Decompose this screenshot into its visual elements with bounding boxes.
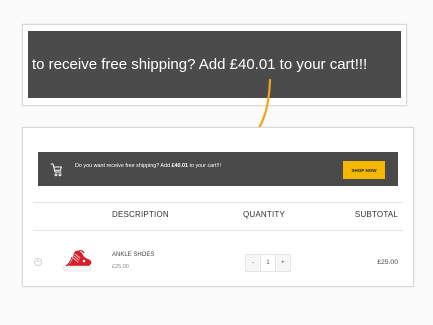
free-shipping-amount: £40.01	[171, 163, 189, 169]
product-price: £25.00	[112, 264, 129, 270]
zoom-callout: to receive free shipping? Add £40.01 to …	[22, 24, 407, 106]
free-shipping-notice: Do you want receive free shipping? Add £…	[38, 152, 398, 186]
quantity-stepper: - 1 +	[245, 254, 291, 272]
zoom-banner: to receive free shipping? Add £40.01 to …	[28, 31, 401, 98]
shop-now-button[interactable]: SHOP NOW	[343, 161, 385, 179]
subtotal-column-header: SUBTOTAL	[354, 210, 398, 219]
header-divider	[33, 202, 403, 203]
red-shoe-image	[62, 250, 92, 272]
zoom-banner-text: to receive free shipping? Add £40.01 to …	[32, 56, 368, 73]
free-shipping-message: Do you want receive free shipping? Add £…	[75, 163, 221, 169]
quantity-value[interactable]: 1	[260, 255, 276, 271]
quantity-column-header: QUANTITY	[243, 210, 286, 219]
line-subtotal: £25.00	[377, 259, 398, 266]
screenshot-stage: to receive free shipping? Add £40.01 to …	[0, 0, 433, 325]
free-shipping-suffix: to your cart!!!	[188, 163, 221, 169]
description-column-header: DESCRIPTION	[112, 210, 169, 219]
remove-icon[interactable]: ×	[34, 258, 42, 266]
product-name[interactable]: ANKLE SHOES	[112, 252, 154, 258]
decrease-quantity-button[interactable]: -	[246, 255, 261, 271]
increase-quantity-button[interactable]: +	[275, 255, 290, 271]
free-shipping-prefix: Do you want receive free shipping? Add	[75, 163, 172, 169]
cart-icon	[50, 163, 62, 177]
cart-screenshot: Do you want receive free shipping? Add £…	[22, 127, 414, 287]
row-divider	[33, 230, 403, 231]
